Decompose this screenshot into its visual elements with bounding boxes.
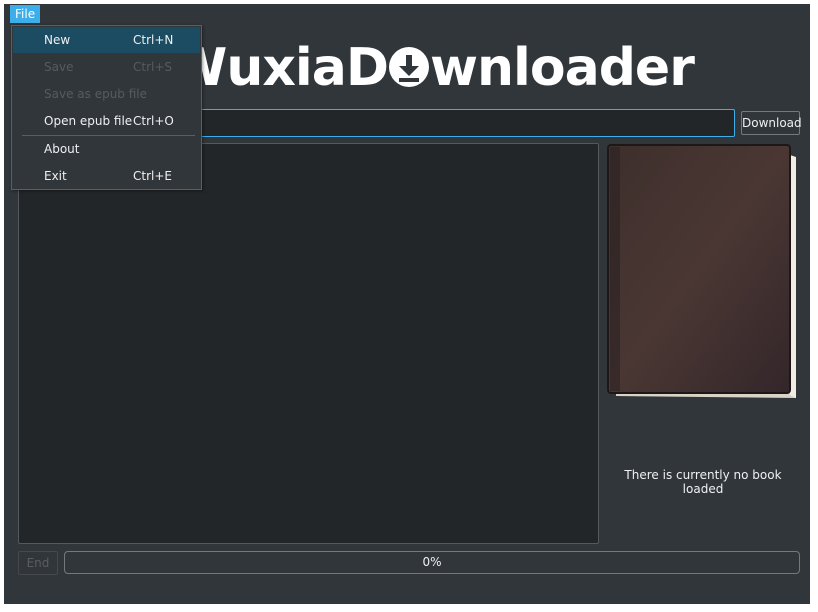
- menu-item-about[interactable]: About: [13, 136, 200, 162]
- download-button[interactable]: Download: [741, 111, 802, 135]
- menu-item-about-label: About: [44, 142, 80, 156]
- log-text-area[interactable]: [18, 143, 599, 544]
- menu-item-save-label: Save: [44, 60, 74, 74]
- app-logo: WuxiaDwnloader: [170, 38, 695, 98]
- menu-item-open-epub-shortcut: Ctrl+O: [133, 114, 174, 128]
- progress-label: 0%: [422, 555, 442, 569]
- menu-item-save-epub[interactable]: Save as epub file: [13, 81, 200, 107]
- logo-text-middle: uxiaD: [226, 38, 389, 98]
- logo-text-end: wnloader: [430, 38, 695, 98]
- book-status-text: There is currently no book loaded: [624, 468, 782, 496]
- file-menu-dropdown: New Ctrl+N Save Ctrl+S Save as epub file…: [11, 25, 202, 190]
- menu-item-exit-label: Exit: [44, 169, 67, 183]
- menu-file[interactable]: File: [10, 5, 41, 23]
- end-button[interactable]: End: [18, 551, 58, 575]
- menu-item-open-epub[interactable]: Open epub file Ctrl+O: [13, 108, 200, 134]
- menu-item-new[interactable]: New Ctrl+N: [13, 27, 200, 53]
- menu-item-exit-shortcut: Ctrl+E: [133, 169, 172, 183]
- book-cover-image: [606, 143, 800, 400]
- menu-item-new-shortcut: Ctrl+N: [133, 33, 174, 47]
- download-icon: [389, 47, 429, 87]
- menu-item-new-label: New: [44, 33, 71, 47]
- menu-item-save-shortcut: Ctrl+S: [133, 60, 173, 74]
- menu-item-exit[interactable]: Exit Ctrl+E: [13, 163, 200, 189]
- menu-bar: File: [4, 4, 810, 24]
- menu-item-save[interactable]: Save Ctrl+S: [13, 54, 200, 80]
- menu-item-open-epub-label: Open epub file: [44, 114, 133, 128]
- progress-bar: 0%: [64, 551, 800, 574]
- menu-item-save-epub-label: Save as epub file: [44, 87, 148, 101]
